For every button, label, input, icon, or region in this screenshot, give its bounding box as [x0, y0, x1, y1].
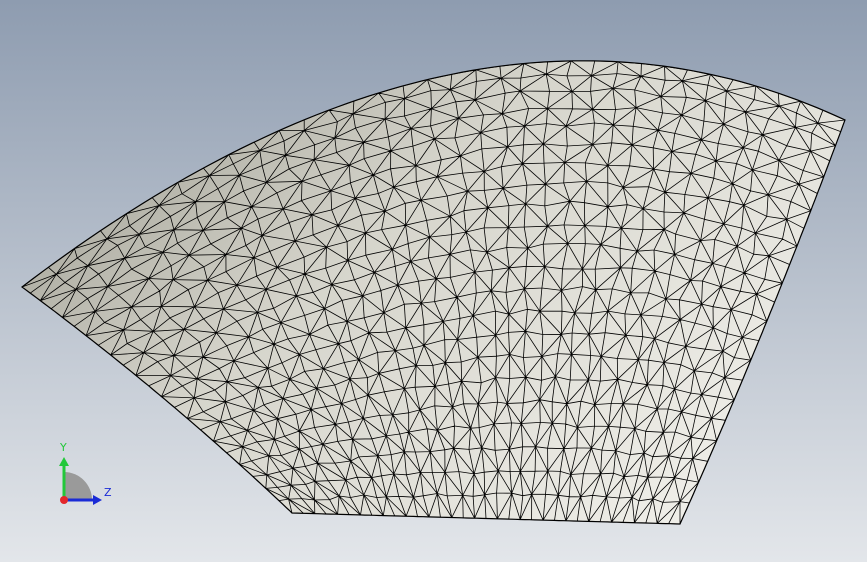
triad-z-label: Z	[104, 486, 112, 499]
triad-y-arrow-icon	[59, 457, 69, 466]
triad-z-arrow-icon	[93, 495, 102, 505]
triad-y-label: Y	[60, 441, 67, 454]
triad-quadrant	[64, 472, 92, 500]
orientation-triad: Y Z	[48, 440, 118, 510]
triad-x-axis-dot	[60, 496, 68, 504]
mesh-model[interactable]	[0, 0, 867, 562]
graphics-viewport[interactable]: Y Z	[0, 0, 867, 562]
